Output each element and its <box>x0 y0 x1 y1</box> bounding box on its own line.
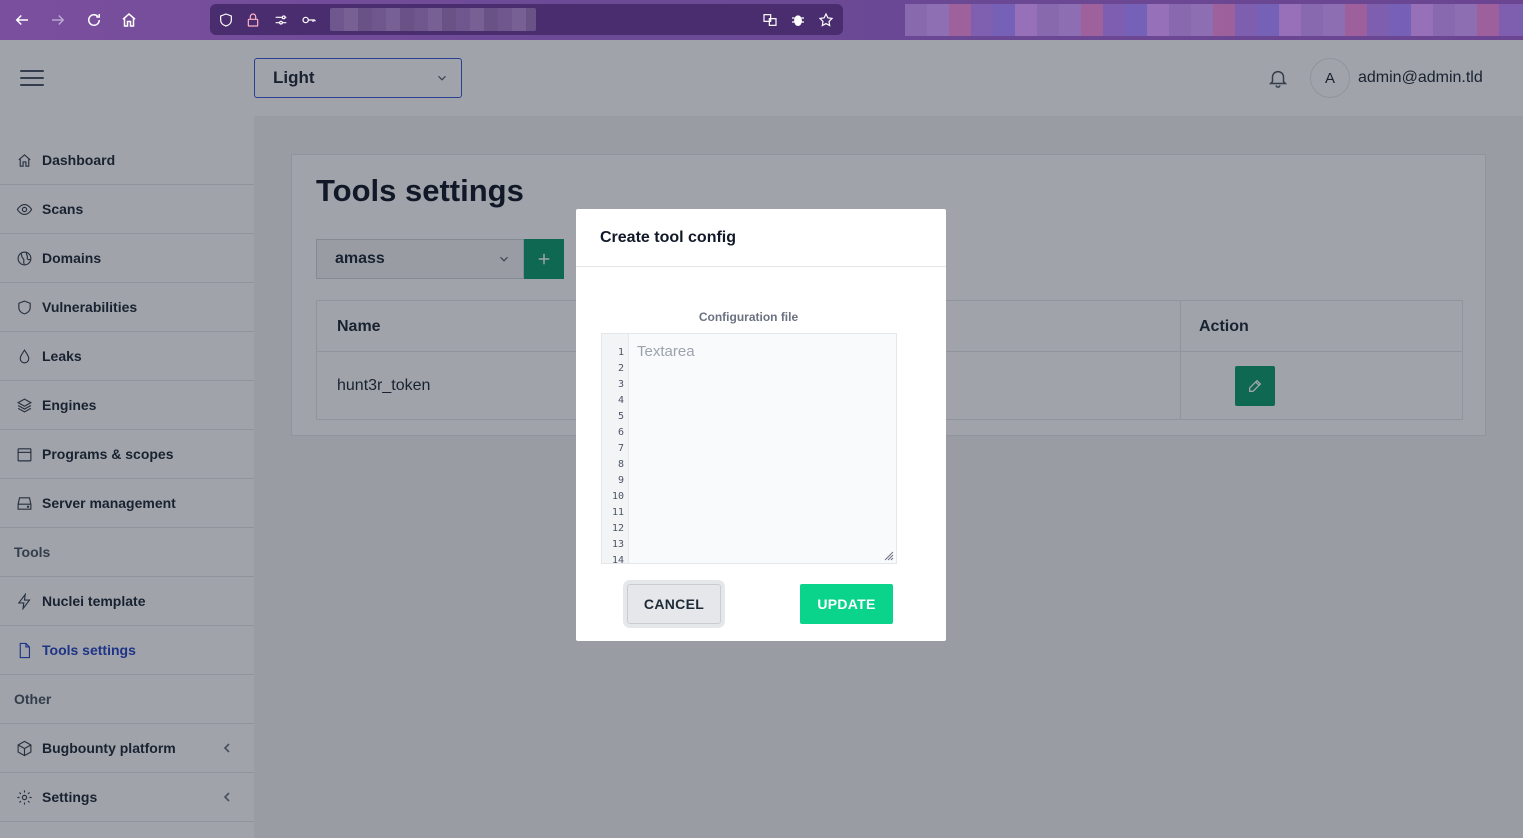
lock-icon[interactable] <box>244 11 262 29</box>
home-icon[interactable] <box>115 6 143 34</box>
line-number: 4 <box>617 395 624 406</box>
address-bar[interactable] <box>210 4 843 35</box>
modal-title: Create tool config <box>576 209 946 267</box>
resize-handle-icon[interactable] <box>884 551 894 561</box>
bug-icon[interactable] <box>789 11 807 29</box>
browser-toolbar <box>0 0 1523 40</box>
forward-icon[interactable] <box>44 6 72 34</box>
line-number: 5 <box>617 411 624 422</box>
line-number: 3 <box>617 379 624 390</box>
back-icon[interactable] <box>8 6 36 34</box>
line-number: 13 <box>611 539 624 550</box>
line-number: 10 <box>611 491 624 502</box>
line-number: 6 <box>617 427 624 438</box>
url-text-redacted[interactable] <box>330 8 536 31</box>
line-number: 11 <box>611 507 624 518</box>
configuration-textarea[interactable] <box>629 334 896 563</box>
line-number-gutter: 1 2 3 4 5 6 7 8 9 10 11 12 13 14 <box>602 334 629 563</box>
reload-icon[interactable] <box>80 6 108 34</box>
translate-icon[interactable] <box>761 11 779 29</box>
line-number: 7 <box>617 443 624 454</box>
create-tool-config-modal: Create tool config Configuration file 12… <box>576 209 946 641</box>
configuration-file-label: Configuration file <box>698 310 799 324</box>
line-number: 8 <box>617 459 624 470</box>
permissions-icon[interactable] <box>272 11 290 29</box>
update-button[interactable]: UPDATE <box>800 584 893 624</box>
cancel-button[interactable]: CANCEL <box>627 584 721 624</box>
configuration-editor[interactable]: 1 2 3 4 5 6 7 8 9 10 11 12 13 14 <box>601 333 897 564</box>
line-number: 2 <box>617 363 624 374</box>
key-icon[interactable] <box>300 11 318 29</box>
line-number: 12 <box>611 523 624 534</box>
line-number: 9 <box>617 475 624 486</box>
star-icon[interactable] <box>817 11 835 29</box>
line-number: 14 <box>611 555 624 564</box>
browser-tabs-redacted <box>905 4 1523 36</box>
line-number: 1 <box>617 347 624 358</box>
shield-icon[interactable] <box>217 11 235 29</box>
